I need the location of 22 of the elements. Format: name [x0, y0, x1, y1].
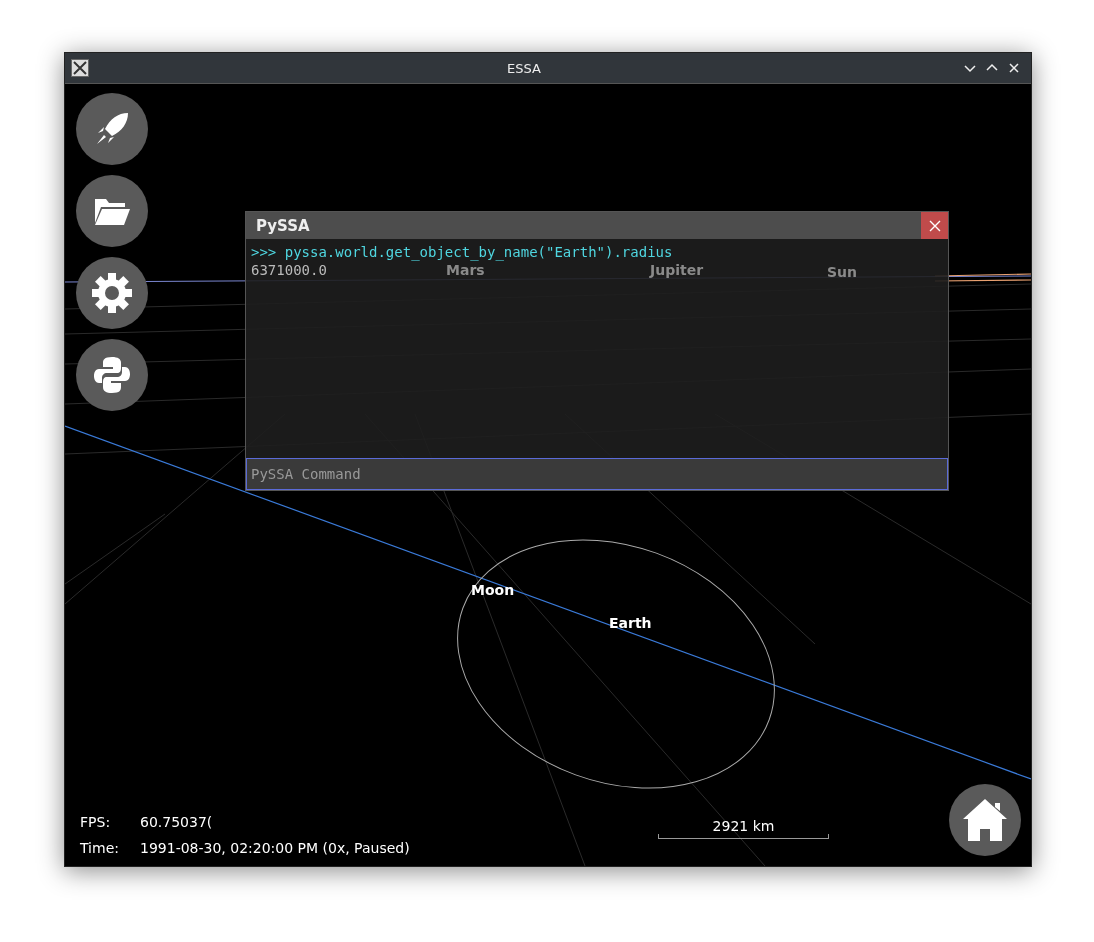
python-icon [92, 355, 132, 395]
planet-label: Sun [827, 264, 858, 280]
gear-icon [91, 272, 133, 314]
window-title: ESSA [506, 60, 542, 76]
command-input[interactable]: PySSA Command [246, 458, 948, 490]
home-icon [961, 797, 1009, 843]
scale-label: 2921 km [712, 818, 775, 834]
close-button[interactable] [921, 212, 948, 239]
stat-label: FPS: [80, 814, 112, 830]
app-icon [71, 59, 89, 77]
stat-label: Time: [80, 840, 120, 856]
console-title: PySSA [255, 216, 310, 235]
planet-label: Earth [609, 615, 652, 631]
stat-value: 1991-08-30, 02:20:00 PM (0x, Paused) [140, 840, 410, 856]
close-icon [928, 219, 941, 232]
close-icon [1007, 61, 1021, 75]
command-line: >>> pyssa.world.get_object_by_name("Earth").radius [251, 243, 673, 261]
output-line: 6371000.0 [251, 261, 327, 279]
planet-label: Moon [471, 582, 515, 598]
planet-label: Jupiter [650, 262, 704, 278]
stat-value: 60.75037( [140, 814, 214, 830]
planet-label: Mars [446, 262, 485, 278]
